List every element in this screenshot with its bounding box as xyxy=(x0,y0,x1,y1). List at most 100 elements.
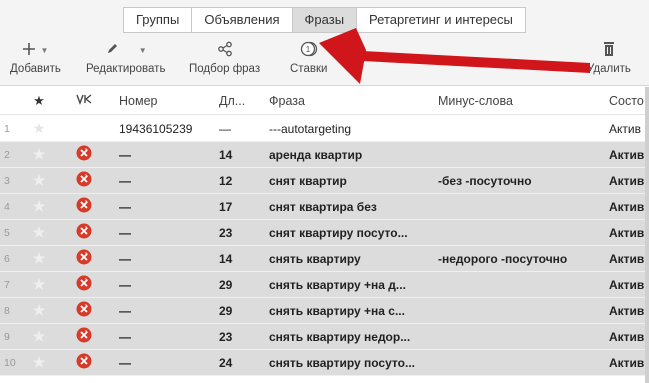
stopped-status-icon xyxy=(76,275,92,294)
stopped-status-icon xyxy=(76,327,92,346)
star-icon: ★ xyxy=(32,276,46,292)
table-row[interactable]: 9 ★ — 23 снять квартиру недор... Актив xyxy=(0,324,649,350)
phrase-state: Актив xyxy=(609,199,645,214)
phrase-text[interactable]: снять квартиру xyxy=(269,246,427,271)
length-column-header[interactable]: Дл... xyxy=(219,87,263,114)
minus-words[interactable] xyxy=(438,142,598,167)
table-header: ★ Номер Дл... Фраза Минус-слова Состо xyxy=(0,87,649,115)
trash-icon xyxy=(602,41,616,60)
minus-words[interactable] xyxy=(438,350,598,375)
stopped-status-icon xyxy=(76,145,92,164)
row-number: 8 xyxy=(4,304,10,317)
phrase-length: 24 xyxy=(219,355,233,370)
phrase-id: — xyxy=(119,225,131,240)
phrase-text[interactable]: ---autotargeting xyxy=(269,116,427,141)
state-column-header[interactable]: Состо xyxy=(609,87,649,114)
minus-words[interactable] xyxy=(438,116,598,141)
tab-retargeting[interactable]: Ретаргетинг и интересы xyxy=(357,8,525,32)
phrase-state: Актив xyxy=(609,225,645,240)
phrase-id: — xyxy=(119,329,131,344)
status-cell xyxy=(74,116,94,141)
phrase-text[interactable]: снять квартиру +на с... xyxy=(269,298,427,323)
favorite-toggle[interactable]: ★ xyxy=(30,350,48,375)
favorite-toggle[interactable]: ★ xyxy=(30,168,48,193)
phrase-text[interactable]: снять квартиру посуто... xyxy=(269,350,427,375)
status-column-header[interactable] xyxy=(74,87,94,114)
phrase-select-button[interactable]: Подбор фраз xyxy=(189,40,260,82)
tab-phrases[interactable]: Фразы xyxy=(292,8,358,32)
delete-button[interactable]: Удалить xyxy=(587,40,631,82)
favorite-toggle[interactable]: ★ xyxy=(30,272,48,297)
star-icon: ★ xyxy=(33,92,45,108)
minus-words[interactable] xyxy=(438,324,598,349)
stopped-status-icon xyxy=(76,197,92,216)
vertical-scrollbar[interactable] xyxy=(645,87,649,383)
status-cell xyxy=(74,168,94,193)
add-button[interactable]: ▼ Добавить xyxy=(10,40,61,82)
minus-words[interactable] xyxy=(438,272,598,297)
toolbar: ▼ Добавить ▼ Редактировать Подбор фраз 1… xyxy=(0,34,649,86)
phrase-text[interactable]: аренда квартир xyxy=(269,142,427,167)
share-nodes-icon xyxy=(217,41,233,60)
minus-words[interactable] xyxy=(438,220,598,245)
minus-words[interactable] xyxy=(438,298,598,323)
phrase-text[interactable]: снять квартиру недор... xyxy=(269,324,427,349)
minus-words[interactable]: -без -посуточно xyxy=(438,168,598,193)
status-cell xyxy=(74,220,94,245)
phrase-column-header[interactable]: Фраза xyxy=(269,87,427,114)
phrase-length: 23 xyxy=(219,225,233,240)
tab-ads[interactable]: Объявления xyxy=(192,8,293,32)
edit-button[interactable]: ▼ Редактировать xyxy=(86,40,165,82)
minus-words[interactable]: -недорого -посуточно xyxy=(438,246,598,271)
star-icon: ★ xyxy=(32,354,46,370)
phrase-length: 29 xyxy=(219,303,233,318)
favorite-toggle[interactable]: ★ xyxy=(30,324,48,349)
top-bar: Группы Объявления Фразы Ретаргетинг и ин… xyxy=(0,0,649,34)
minus-words-column-header[interactable]: Минус-слова xyxy=(438,87,598,114)
table-row[interactable]: 6 ★ — 14 снять квартиру -недорого -посуточно А… xyxy=(0,246,649,272)
table-row[interactable]: 2 ★ — 14 аренда квартир Актив xyxy=(0,142,649,168)
table-row[interactable]: 3 ★ — 12 снят квартир -без -посуточно Актив xyxy=(0,168,649,194)
star-column-header[interactable]: ★ xyxy=(30,87,48,114)
phrase-state: Актив xyxy=(609,303,645,318)
phrase-length: — xyxy=(219,121,231,136)
plus-icon xyxy=(22,42,36,59)
phrase-text[interactable]: снят квартир xyxy=(269,168,427,193)
edit-label: Редактировать xyxy=(86,63,166,75)
favorite-toggle[interactable]: ★ xyxy=(30,142,48,167)
phrase-text[interactable]: снят квартиру посуто... xyxy=(269,220,427,245)
star-icon: ★ xyxy=(32,146,46,162)
phrase-length: 17 xyxy=(219,199,233,214)
tab-groups[interactable]: Группы xyxy=(124,8,193,32)
table-row[interactable]: 10 ★ — 24 снять квартиру посуто... Актив xyxy=(0,350,649,376)
star-icon: ★ xyxy=(32,198,46,214)
number-column-header[interactable]: Номер xyxy=(119,87,211,114)
row-number: 10 xyxy=(4,356,16,369)
table-row[interactable]: 1 ★ 19436105239 — ---autotargeting Актив xyxy=(0,116,649,142)
phrase-text[interactable]: снять квартиру +на д... xyxy=(269,272,427,297)
bids-button[interactable]: 1 Ставки xyxy=(290,40,327,82)
coins-icon: 1 xyxy=(300,40,318,61)
row-number: 5 xyxy=(4,226,10,239)
table-row[interactable]: 7 ★ — 29 снять квартиру +на д... Актив xyxy=(0,272,649,298)
phrase-id: 19436105239 xyxy=(119,121,193,136)
phrase-text[interactable]: снят квартира без xyxy=(269,194,427,219)
minus-words[interactable] xyxy=(438,194,598,219)
phrase-state: Актив xyxy=(609,147,645,162)
chevron-down-icon: ▼ xyxy=(40,45,49,55)
phrase-id: — xyxy=(119,355,131,370)
status-cell xyxy=(74,324,94,349)
table-row[interactable]: 4 ★ — 17 снят квартира без Актив xyxy=(0,194,649,220)
star-icon: ★ xyxy=(32,120,46,136)
favorite-toggle[interactable]: ★ xyxy=(30,194,48,219)
status-cell xyxy=(74,142,94,167)
favorite-toggle[interactable]: ★ xyxy=(30,116,48,141)
favorite-toggle[interactable]: ★ xyxy=(30,220,48,245)
favorite-toggle[interactable]: ★ xyxy=(30,246,48,271)
stopped-status-icon xyxy=(76,171,92,190)
favorite-toggle[interactable]: ★ xyxy=(30,298,48,323)
table-row[interactable]: 5 ★ — 23 снят квартиру посуто... Актив xyxy=(0,220,649,246)
phrase-state: Актив xyxy=(609,277,645,292)
table-row[interactable]: 8 ★ — 29 снять квартиру +на с... Актив xyxy=(0,298,649,324)
phrase-id: — xyxy=(119,147,131,162)
